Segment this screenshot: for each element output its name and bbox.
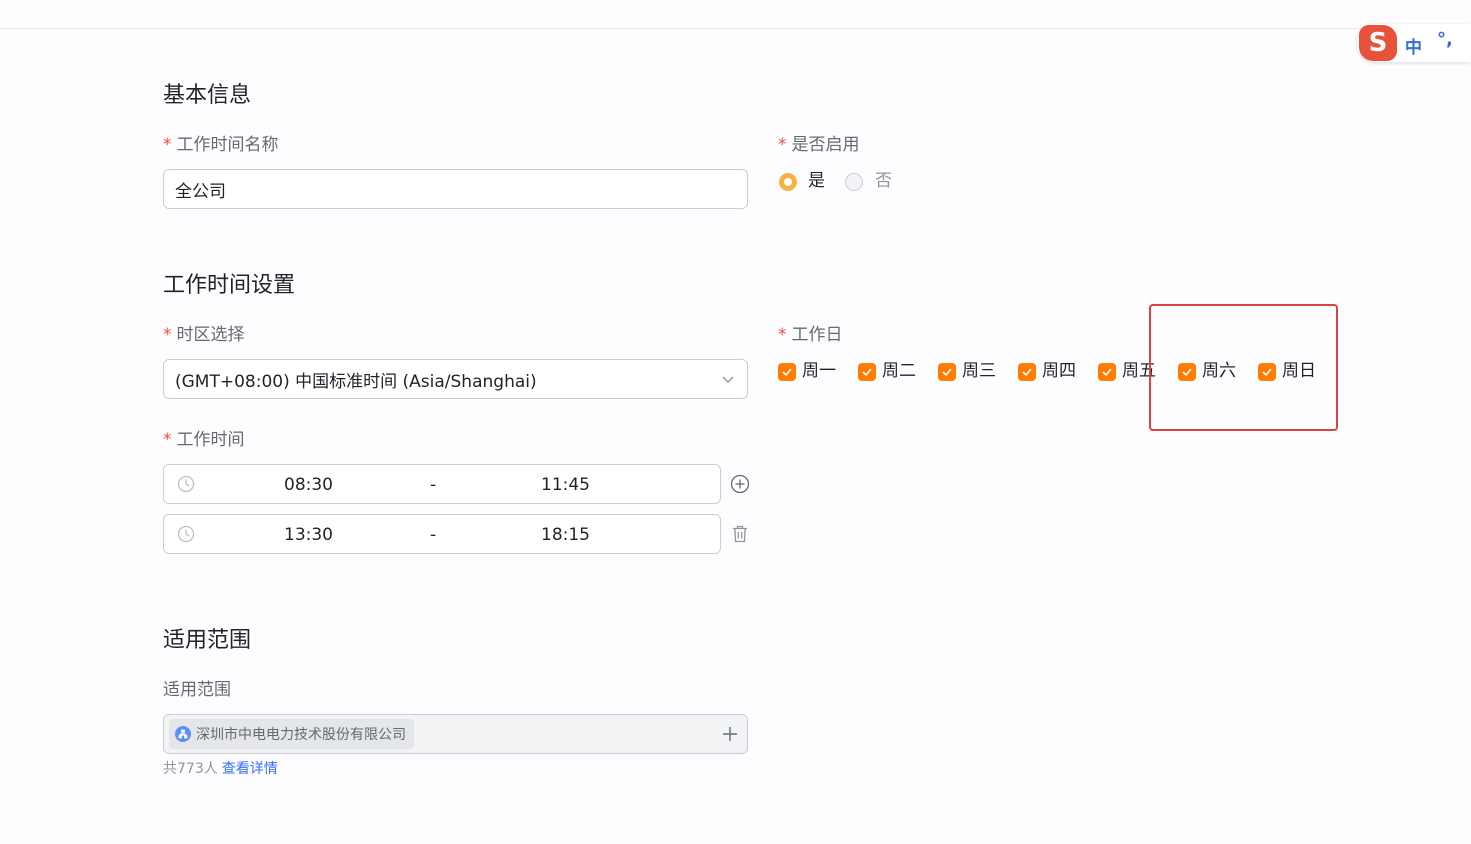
check-icon (1022, 368, 1032, 377)
ime-toolbar[interactable]: S 中 °, (1357, 24, 1471, 62)
plus-circle-icon[interactable] (730, 474, 750, 494)
enabled-yes-label[interactable]: 是 (808, 173, 825, 190)
enabled-no-label[interactable]: 否 (875, 173, 892, 190)
required-mark: * (778, 325, 787, 345)
start-time[interactable]: 08:30 (284, 475, 333, 495)
check-icon (862, 368, 872, 377)
clock-icon (177, 475, 195, 493)
scope-label: 适用范围 (163, 680, 231, 700)
range-separator: - (430, 475, 437, 495)
time-range-1[interactable]: 08:30 - 11:45 (163, 464, 721, 504)
check-icon (1102, 368, 1112, 377)
section-title-basic: 基本信息 (163, 83, 252, 108)
required-mark: * (163, 325, 172, 345)
ime-mode[interactable]: 中 (1405, 33, 1422, 58)
enabled-yes-radio[interactable] (779, 173, 797, 191)
workday-tue-label[interactable]: 周二 (882, 363, 916, 380)
org-tag-label: 深圳市中电电力技术股份有限公司 (196, 727, 406, 743)
workdays-label: * 工作日 (778, 325, 843, 345)
view-details-link[interactable]: 查看详情 (222, 761, 278, 777)
hours-label: * 工作时间 (163, 430, 245, 450)
end-time[interactable]: 18:15 (541, 525, 590, 545)
ime-punctuation[interactable]: °, (1437, 29, 1453, 50)
required-mark: * (163, 430, 172, 450)
workday-tue-checkbox[interactable] (858, 363, 876, 381)
top-divider (0, 28, 1471, 29)
name-input[interactable]: 全公司 (163, 169, 748, 209)
member-count: 共773人 查看详情 (163, 761, 278, 777)
org-tag[interactable]: 深圳市中电电力技术股份有限公司 (169, 719, 414, 749)
workday-mon-label[interactable]: 周一 (802, 363, 836, 380)
scope-selector[interactable]: 深圳市中电电力技术股份有限公司 (163, 714, 748, 754)
time-range-2[interactable]: 13:30 - 18:15 (163, 514, 721, 554)
workday-wed-label[interactable]: 周三 (962, 363, 996, 380)
timezone-label: * 时区选择 (163, 325, 245, 345)
ime-logo-icon: S (1359, 25, 1397, 61)
check-icon (942, 368, 952, 377)
check-icon (782, 368, 792, 377)
name-label: * 工作时间名称 (163, 135, 279, 155)
end-time[interactable]: 11:45 (541, 475, 590, 495)
required-mark: * (778, 135, 787, 155)
enabled-label: * 是否启用 (778, 135, 860, 155)
enabled-no-radio[interactable] (845, 173, 863, 191)
workday-mon-checkbox[interactable] (778, 363, 796, 381)
timezone-value: (GMT+08:00) 中国标准时间 (Asia/Shanghai) (175, 371, 537, 392)
plus-icon[interactable] (721, 725, 739, 743)
workday-thu-checkbox[interactable] (1018, 363, 1036, 381)
section-title-scope: 适用范围 (163, 628, 252, 653)
org-icon (175, 726, 191, 742)
chevron-down-icon (722, 376, 734, 383)
start-time[interactable]: 13:30 (284, 525, 333, 545)
required-mark: * (163, 135, 172, 155)
clock-icon (177, 525, 195, 543)
timezone-select[interactable]: (GMT+08:00) 中国标准时间 (Asia/Shanghai) (163, 359, 748, 399)
annotation-highlight-box (1149, 304, 1338, 431)
name-input-value: 全公司 (175, 181, 226, 202)
workday-wed-checkbox[interactable] (938, 363, 956, 381)
workday-thu-label[interactable]: 周四 (1042, 363, 1076, 380)
trash-icon[interactable] (731, 524, 749, 544)
workday-fri-checkbox[interactable] (1098, 363, 1116, 381)
section-title-worktime: 工作时间设置 (163, 273, 296, 298)
range-separator: - (430, 525, 437, 545)
